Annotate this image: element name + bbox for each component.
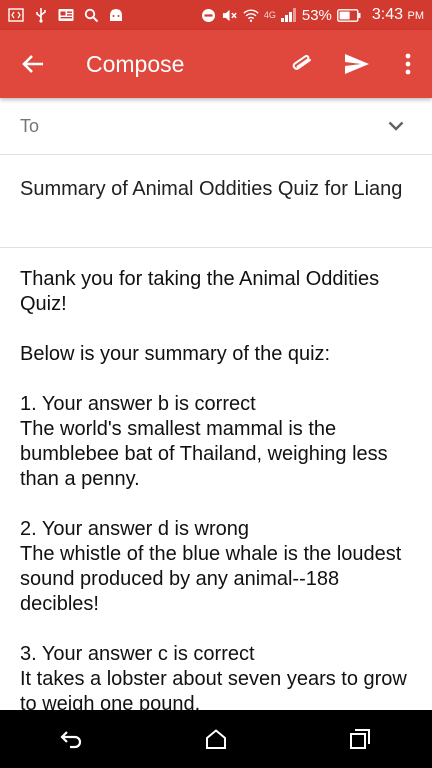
more-options-button[interactable] xyxy=(384,30,432,98)
app-bar: Compose xyxy=(0,30,432,98)
navigation-bar xyxy=(0,710,432,768)
subject-field[interactable]: Summary of Animal Oddities Quiz for Lian… xyxy=(0,155,432,248)
answer-3-text: It takes a lobster about seven years to … xyxy=(20,668,407,710)
answer-2-heading: 2. Your answer d is wrong xyxy=(20,518,250,540)
paperclip-icon xyxy=(292,55,311,70)
battery-icon xyxy=(337,7,361,23)
send-icon xyxy=(345,54,369,74)
to-label: To xyxy=(20,115,40,136)
search-icon xyxy=(83,7,99,23)
body-intro: Thank you for taking the Animal Oddities… xyxy=(20,268,380,315)
android-icon xyxy=(108,7,124,23)
message-body[interactable]: Thank you for taking the Animal Oddities… xyxy=(0,248,432,710)
arrow-back-icon xyxy=(22,55,43,73)
nav-back-icon xyxy=(60,731,82,749)
status-bar: 4G 53% 3:43 PM xyxy=(0,0,432,30)
do-not-disturb-icon xyxy=(201,7,217,23)
body-summary-line: Below is your summary of the quiz: xyxy=(20,343,331,365)
recents-icon xyxy=(350,729,370,749)
clock-time: 3:43 xyxy=(371,6,404,23)
answer-2-text: The whistle of the blue whale is the lou… xyxy=(20,543,402,615)
to-field[interactable]: To xyxy=(0,98,432,155)
news-icon xyxy=(58,7,74,23)
subject-text: Summary of Animal Oddities Quiz for Lian… xyxy=(20,178,403,200)
clock: 3:43 PM xyxy=(372,6,424,24)
send-button[interactable] xyxy=(330,30,384,98)
nav-home-button[interactable] xyxy=(186,710,246,768)
answer-1-heading: 1. Your answer b is correct xyxy=(20,393,256,415)
back-button[interactable] xyxy=(0,30,66,98)
nav-back-button[interactable] xyxy=(42,710,102,768)
answer-3-heading: 3. Your answer c is correct xyxy=(20,643,255,665)
attach-button[interactable] xyxy=(276,30,330,98)
usb-icon xyxy=(33,7,49,23)
answer-1-text: The world's smallest mammal is the bumbl… xyxy=(20,418,388,490)
clock-ampm: PM xyxy=(407,10,425,22)
more-vert-icon xyxy=(405,53,411,75)
page-title: Compose xyxy=(86,50,185,77)
expand-recipients-button[interactable] xyxy=(376,121,416,131)
network-type: 4G xyxy=(263,10,276,20)
code-icon xyxy=(8,7,24,23)
home-icon xyxy=(206,729,226,749)
wifi-icon xyxy=(243,7,259,23)
signal-icon xyxy=(280,7,297,23)
battery-percent: 53% xyxy=(301,6,332,24)
chevron-down-icon xyxy=(388,121,404,131)
mute-icon xyxy=(222,7,238,23)
nav-recents-button[interactable] xyxy=(330,710,390,768)
